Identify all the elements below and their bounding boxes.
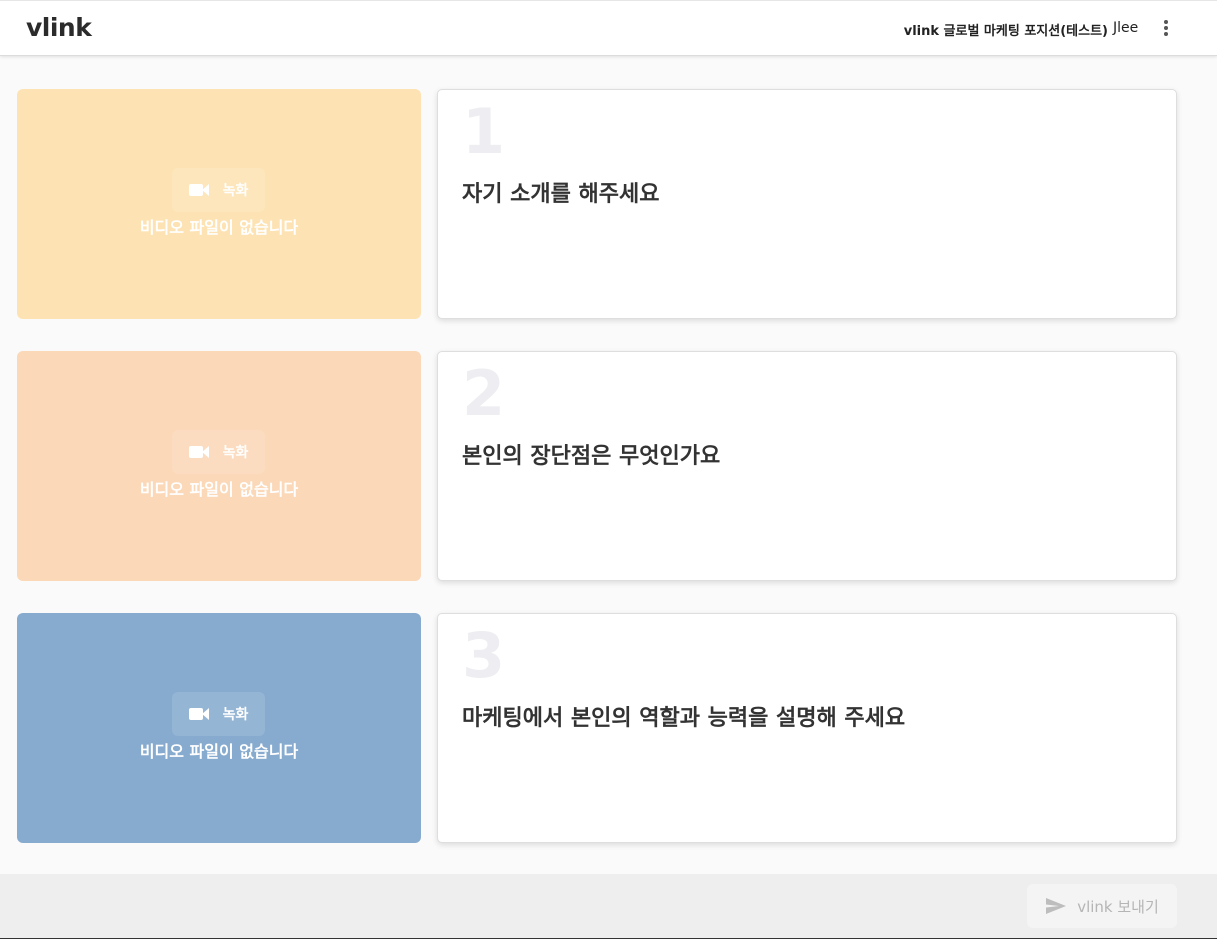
video-camera-icon [188,445,213,459]
no-video-text: 비디오 파일이 없습니다 [139,480,299,499]
no-video-text: 비디오 파일이 없습니다 [139,742,299,761]
no-video-text: 비디오 파일이 없습니다 [139,218,299,237]
question-number: 1 [462,95,506,168]
user-name: Jlee [1113,20,1139,36]
question-text: 마케팅에서 본인의 역할과 능력을 설명해 주세요 [462,706,906,731]
question-row: 녹화 비디오 파일이 없습니다 2 본인의 장단점은 무엇인가요 [17,351,1177,581]
question-card[interactable]: 1 자기 소개를 해주세요 [437,89,1177,319]
position-title: vlink 글로벌 마케팅 포지션(테스트) [903,24,1108,39]
record-label: 녹화 [222,183,249,199]
record-label: 녹화 [222,707,249,723]
question-card[interactable]: 3 마케팅에서 본인의 역할과 능력을 설명해 주세요 [437,613,1177,843]
question-text: 본인의 장단점은 무엇인가요 [462,444,721,469]
footer-bar: vlink 보내기 [0,874,1217,939]
video-placeholder: 녹화 비디오 파일이 없습니다 [17,613,421,843]
video-placeholder: 녹화 비디오 파일이 없습니다 [17,351,421,581]
record-button[interactable]: 녹화 [172,430,265,474]
record-label: 녹화 [222,445,249,461]
record-button[interactable]: 녹화 [172,168,265,212]
question-number: 2 [462,357,506,430]
app-header: vlink vlink 글로벌 마케팅 포지션(테스트) Jlee [0,0,1217,56]
send-label: vlink 보내기 [1077,897,1159,916]
send-vlink-button[interactable]: vlink 보내기 [1027,884,1177,928]
question-card[interactable]: 2 본인의 장단점은 무엇인가요 [437,351,1177,581]
vlink-logo[interactable]: vlink [26,13,92,42]
video-camera-icon [188,183,213,197]
video-placeholder: 녹화 비디오 파일이 없습니다 [17,89,421,319]
question-text: 자기 소개를 해주세요 [462,182,660,207]
record-button[interactable]: 녹화 [172,692,265,736]
send-icon [1046,898,1067,914]
more-vertical-icon[interactable] [1156,18,1176,42]
question-row: 녹화 비디오 파일이 없습니다 1 자기 소개를 해주세요 [17,89,1177,319]
video-camera-icon [188,707,213,721]
question-number: 3 [462,619,506,692]
question-row: 녹화 비디오 파일이 없습니다 3 마케팅에서 본인의 역할과 능력을 설명해 … [17,613,1177,843]
